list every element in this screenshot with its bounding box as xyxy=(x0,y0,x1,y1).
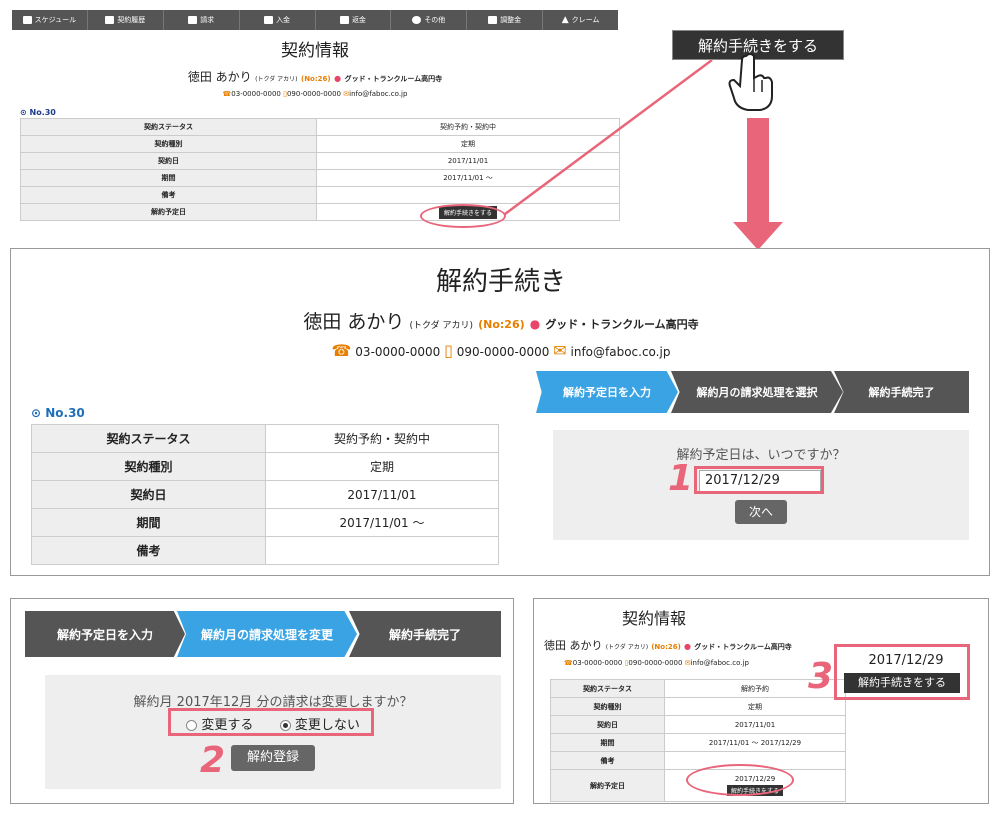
person-icon: ● xyxy=(529,317,541,331)
step-2: 解約月の請求処理を変更 xyxy=(177,611,357,657)
customer-line: 徳田 あかり (トクダ アカリ) (No:26) ● グッド・トランクルーム高円… xyxy=(303,311,699,333)
table-row: 契約ステータス 契約予約・契約中 xyxy=(31,424,499,453)
table-row: 期間 2017/11/01 ～ xyxy=(31,508,499,537)
mail-icon: ✉ xyxy=(553,341,567,360)
highlight-box xyxy=(694,466,824,494)
contract-no[interactable]: ⊙ No.30 xyxy=(31,406,85,420)
step-marker-1: 1 xyxy=(668,458,694,499)
step-1: 解約予定日を入力 xyxy=(536,371,678,413)
step-marker-3: 3 xyxy=(808,656,834,697)
step-1: 解約予定日を入力 xyxy=(25,611,185,657)
table-row: 契約種別 定期 xyxy=(550,697,846,716)
table-row: 契約日 2017/11/01 xyxy=(550,715,846,734)
page-title: 契約情報 xyxy=(621,609,686,628)
cancel-register-button[interactable]: 解約登録 xyxy=(231,745,315,771)
table-row: 契約種別 定期 xyxy=(31,452,499,481)
highlight-ellipse xyxy=(686,764,794,796)
mobile-icon: ▯ xyxy=(444,341,453,360)
contact-line: ☎ 03-0000-0000 ▯ 090-0000-0000 ✉ info@fa… xyxy=(331,341,671,360)
contract-table: 契約ステータス 契約予約・契約中 契約種別 定期 契約日 2017/11/01 期間 2… xyxy=(31,424,499,565)
screen3: 解約予定日を入力 解約月の請求処理を変更 解約手続完了 解約月 2017年12月… xyxy=(10,598,514,804)
page-title: 解約手続き xyxy=(435,267,566,297)
highlight-box xyxy=(834,644,970,700)
screen2: 解約手続き 徳田 あかり (トクダ アカリ) (No:26) ● グッド・トラン… xyxy=(10,248,990,576)
table-row: 契約日 2017/11/01 xyxy=(31,480,499,509)
step-3: 解約手続完了 xyxy=(834,371,969,413)
step-3: 解約手続完了 xyxy=(349,611,501,657)
table-row: 備考 xyxy=(31,536,499,565)
next-button[interactable]: 次へ xyxy=(735,500,787,524)
table-row: 期間 2017/11/01 ～ 2017/12/29 xyxy=(550,733,846,752)
table-row: 契約ステータス 解約予約 xyxy=(550,679,846,698)
date-question: 解約予定日は、いつですか？ xyxy=(676,448,846,463)
customer-line: 徳田 あかり (トクダ アカリ) (No:26) ● グッド・トランクルーム高円… xyxy=(544,639,792,652)
person-icon: ● xyxy=(684,642,692,651)
phone-icon: ☎ xyxy=(564,659,573,667)
step-2: 解約月の請求処理を選択 xyxy=(671,371,843,413)
highlight-box xyxy=(168,708,374,736)
step-marker-2: 2 xyxy=(200,740,226,781)
table-row: 備考 xyxy=(550,751,846,770)
contact-line: ☎03-0000-0000 ▯090-0000-0000 ✉info@faboc… xyxy=(564,659,749,667)
phone-icon: ☎ xyxy=(331,341,352,360)
